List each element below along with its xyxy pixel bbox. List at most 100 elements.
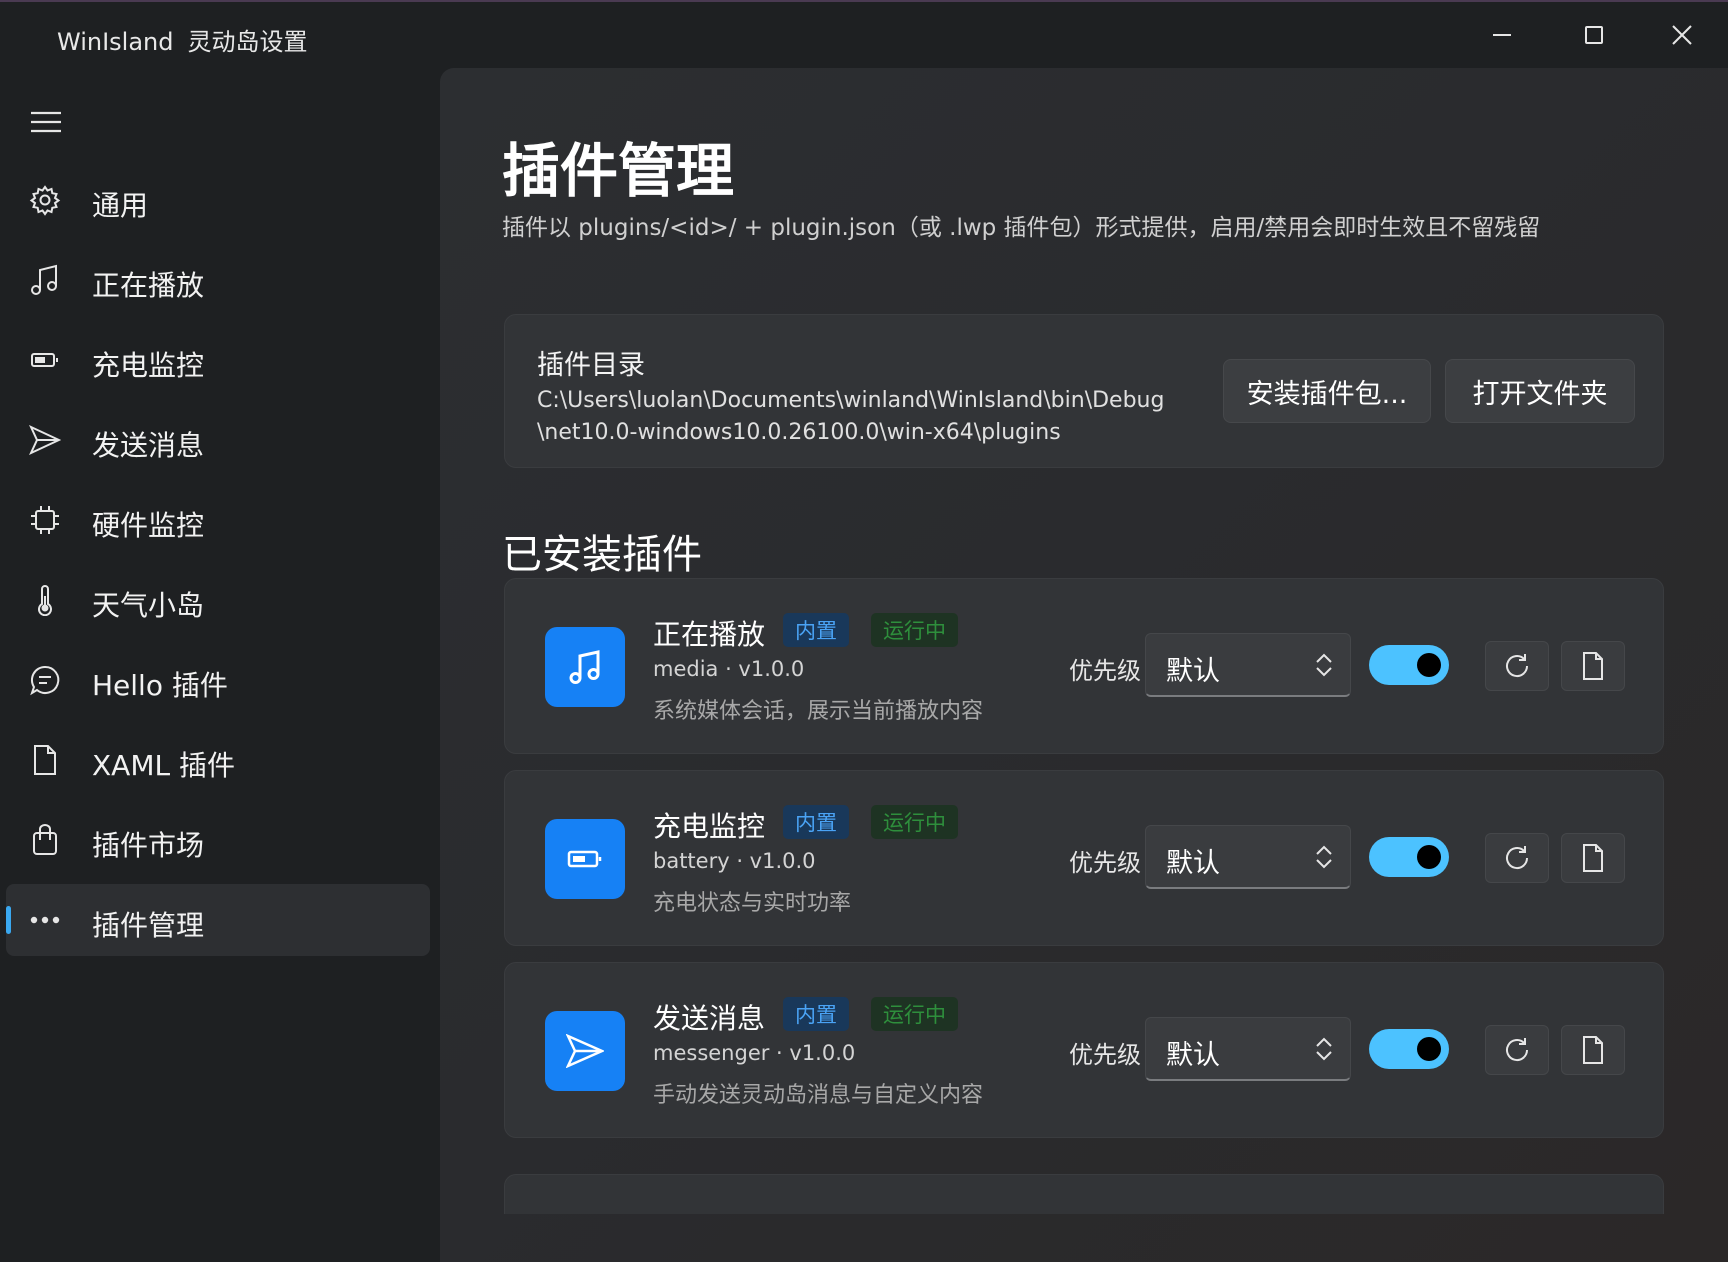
document-icon	[1583, 1036, 1603, 1064]
plugin-directory-card: 插件目录 C:\Users\luolan\Documents\winland\W…	[504, 314, 1664, 468]
menu-toggle-button[interactable]	[20, 96, 72, 148]
send-icon	[566, 1034, 604, 1068]
install-plugin-button[interactable]: 安装插件包...	[1223, 359, 1431, 423]
plugin-icon	[545, 1011, 625, 1091]
plugin-icon	[545, 819, 625, 899]
directory-path-line: \net10.0-windows10.0.26100.0\win-x64\plu…	[537, 420, 1061, 445]
directory-path-line: C:\Users\luolan\Documents\winland\WinIsl…	[537, 388, 1165, 413]
sidebar-item-hardware[interactable]: 硬件监控	[6, 484, 430, 556]
sidebar-item-label: 天气小岛	[92, 589, 205, 622]
battery-icon	[567, 850, 602, 868]
updown-chevron-icon	[1314, 1036, 1334, 1066]
enable-toggle[interactable]	[1369, 837, 1449, 877]
page-title: 插件管理	[502, 137, 735, 205]
refresh-icon	[1506, 1038, 1529, 1062]
directory-path: C:\Users\luolan\Documents\winland\WinIsl…	[537, 385, 1177, 449]
minimize-icon	[1493, 34, 1511, 36]
plugin-card: 发送消息 内置 运行中 messenger · v1.0.0 手动发送灵动岛消息…	[504, 962, 1664, 1138]
enable-toggle[interactable]	[1369, 1029, 1449, 1069]
reload-button[interactable]	[1485, 833, 1549, 883]
send-icon	[28, 423, 62, 457]
close-icon	[1672, 25, 1692, 45]
open-file-button[interactable]	[1561, 833, 1625, 883]
minimize-button[interactable]	[1456, 2, 1548, 68]
open-folder-button[interactable]: 打开文件夹	[1445, 359, 1635, 423]
reload-button[interactable]	[1485, 641, 1549, 691]
priority-select[interactable]: 默认	[1145, 1017, 1351, 1081]
sidebar-item-label: 插件管理	[92, 909, 205, 942]
maximize-icon	[1585, 26, 1603, 44]
music-note-icon	[28, 263, 62, 297]
plugin-name: 发送消息	[653, 1002, 766, 1035]
sidebar-item-plugin-market[interactable]: 插件市场	[6, 804, 430, 876]
priority-value: 默认	[1166, 1040, 1220, 1071]
hamburger-icon	[31, 111, 61, 133]
sidebar-item-label: 正在播放	[92, 269, 205, 302]
close-button[interactable]	[1636, 2, 1728, 68]
plugin-icon	[545, 627, 625, 707]
chat-bubble-icon	[28, 663, 62, 697]
sidebar-item-label: 充电监控	[92, 349, 205, 382]
chip-icon	[28, 503, 62, 537]
plugin-name: 正在播放	[653, 618, 766, 651]
sidebar: 通用 正在播放 充电监控 发送消息 硬件监控 天气小岛 Hello 插件 XAM…	[0, 68, 440, 1262]
settings-window: WinIsland 灵动岛设置 通用 正在播放 充电监控 发送消息 硬件监控 天…	[0, 0, 1728, 1262]
reload-button[interactable]	[1485, 1025, 1549, 1075]
status-badge: 运行中	[871, 997, 958, 1031]
app-subtitle: 灵动岛设置	[187, 28, 308, 56]
open-file-button[interactable]	[1561, 1025, 1625, 1075]
sidebar-item-plugin-management[interactable]: 插件管理	[6, 884, 430, 956]
builtin-badge: 内置	[783, 805, 849, 839]
title-bar[interactable]: WinIsland 灵动岛设置	[0, 2, 1728, 68]
battery-icon	[28, 343, 62, 377]
sidebar-item-label: 插件市场	[92, 829, 205, 862]
maximize-button[interactable]	[1548, 2, 1640, 68]
refresh-icon	[1506, 846, 1529, 870]
toggle-knob	[1417, 1037, 1441, 1061]
status-badge: 运行中	[871, 805, 958, 839]
updown-chevron-icon	[1314, 844, 1334, 874]
open-file-button[interactable]	[1561, 641, 1625, 691]
page-description: 插件以 plugins/<id>/ + plugin.json（或 .lwp 插…	[502, 215, 1541, 241]
status-badge: 运行中	[871, 613, 958, 647]
plugin-card: 正在播放 内置 运行中 media · v1.0.0 系统媒体会话，展示当前播放…	[504, 578, 1664, 754]
priority-select[interactable]: 默认	[1145, 825, 1351, 889]
sidebar-item-general[interactable]: 通用	[6, 164, 430, 236]
sidebar-item-xaml-plugin[interactable]: XAML 插件	[6, 724, 430, 796]
thermometer-icon	[28, 583, 62, 617]
priority-value: 默认	[1166, 656, 1220, 687]
app-name: WinIsland	[57, 28, 174, 56]
sidebar-item-hello-plugin[interactable]: Hello 插件	[6, 644, 430, 716]
plugin-meta: messenger · v1.0.0	[653, 1041, 856, 1065]
builtin-badge: 内置	[783, 613, 849, 647]
selection-indicator	[6, 906, 11, 934]
gear-icon	[28, 183, 62, 217]
enable-toggle[interactable]	[1369, 645, 1449, 685]
sidebar-item-messenger[interactable]: 发送消息	[6, 404, 430, 476]
builtin-badge: 内置	[783, 997, 849, 1031]
plugin-description: 系统媒体会话，展示当前播放内容	[653, 699, 984, 724]
installed-plugins-title: 已安装插件	[502, 532, 702, 578]
plugin-card-partial	[504, 1174, 1664, 1214]
priority-select[interactable]: 默认	[1145, 633, 1351, 697]
content-area: 插件管理 插件以 plugins/<id>/ + plugin.json（或 .…	[440, 68, 1728, 1262]
more-dots-icon	[28, 903, 62, 937]
music-note-icon	[569, 650, 600, 684]
document-icon	[1583, 652, 1603, 680]
sidebar-item-now-playing[interactable]: 正在播放	[6, 244, 430, 316]
priority-label: 优先级	[1069, 849, 1141, 877]
document-icon	[1583, 844, 1603, 872]
directory-label: 插件目录	[537, 350, 645, 381]
plugin-card: 充电监控 内置 运行中 battery · v1.0.0 充电状态与实时功率 优…	[504, 770, 1664, 946]
plugin-meta: battery · v1.0.0	[653, 849, 816, 873]
sidebar-item-label: Hello 插件	[92, 669, 228, 702]
toggle-knob	[1417, 653, 1441, 677]
priority-label: 优先级	[1069, 657, 1141, 685]
plugin-description: 充电状态与实时功率	[653, 891, 852, 916]
sidebar-item-weather[interactable]: 天气小岛	[6, 564, 430, 636]
plugin-description: 手动发送灵动岛消息与自定义内容	[653, 1083, 984, 1108]
sidebar-item-label: XAML 插件	[92, 749, 235, 782]
sidebar-item-label: 硬件监控	[92, 509, 205, 542]
sidebar-item-battery[interactable]: 充电监控	[6, 324, 430, 396]
plugin-name: 充电监控	[653, 810, 766, 843]
